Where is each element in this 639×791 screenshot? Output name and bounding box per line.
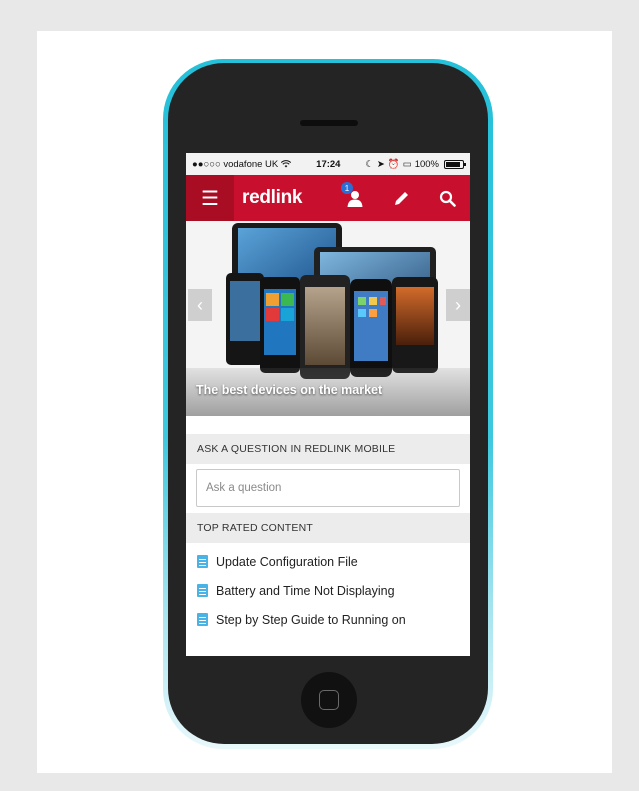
chevron-right-icon: › <box>455 294 461 315</box>
home-button[interactable] <box>301 672 357 728</box>
edit-button[interactable] <box>378 175 424 221</box>
list-item-label: Battery and Time Not Displaying <box>216 583 395 598</box>
battery-percent: 100% <box>414 158 439 170</box>
chevron-left-icon: ‹ <box>197 294 203 315</box>
search-button[interactable] <box>424 175 470 221</box>
list-item[interactable]: Update Configuration File <box>186 547 470 576</box>
phone-screen: ●●○○○ vodafone UK 17:24 ☾ ➤ ⏰ ▭ 100% ☰ r… <box>186 153 470 656</box>
list-item-label: Step by Step Guide to Running on <box>216 612 406 627</box>
top-rated-heading: TOP RATED CONTENT <box>186 513 470 543</box>
logo: redlink <box>242 187 303 208</box>
pencil-icon <box>394 191 408 205</box>
home-square-icon <box>319 690 339 710</box>
carrier-label: ●●○○○ vodafone UK <box>192 158 279 170</box>
document-icon <box>197 613 208 626</box>
spacer <box>186 416 470 434</box>
location-arrow-icon: ➤ <box>376 158 385 170</box>
alarm-icon: ⏰ <box>387 158 400 170</box>
battery-icon <box>444 159 466 169</box>
featured-carousel[interactable]: The best devices on the market ‹ › <box>186 221 470 416</box>
menu-button[interactable]: ☰ <box>186 175 234 221</box>
wifi-icon <box>281 160 292 168</box>
list-item-label: Update Configuration File <box>216 554 358 569</box>
ask-section <box>186 464 470 513</box>
document-icon <box>197 555 208 568</box>
status-bar: ●●○○○ vodafone UK 17:24 ☾ ➤ ⏰ ▭ 100% <box>186 153 470 175</box>
clock-label: 17:24 <box>316 158 341 170</box>
profile-button[interactable]: 1 <box>332 175 378 221</box>
carousel-next-button[interactable]: › <box>446 289 470 321</box>
notification-badge: 1 <box>341 182 353 194</box>
list-item[interactable]: Battery and Time Not Displaying <box>186 576 470 605</box>
question-input[interactable] <box>196 469 460 507</box>
phone-speaker <box>300 120 358 126</box>
ask-section-heading: ASK A QUESTION IN REDLINK MOBILE <box>186 434 470 464</box>
carousel-caption: The best devices on the market <box>196 383 383 397</box>
carousel-prev-button[interactable]: ‹ <box>188 289 212 321</box>
top-rated-list: Update Configuration File Battery and Ti… <box>186 543 470 634</box>
document-icon <box>197 584 208 597</box>
screen-mirror-icon: ▭ <box>402 158 412 170</box>
moon-icon: ☾ <box>365 158 374 170</box>
app-header: ☰ redlink 1 <box>186 175 470 221</box>
search-icon <box>439 190 456 207</box>
list-item[interactable]: Step by Step Guide to Running on <box>186 605 470 634</box>
hamburger-icon: ☰ <box>201 187 219 210</box>
